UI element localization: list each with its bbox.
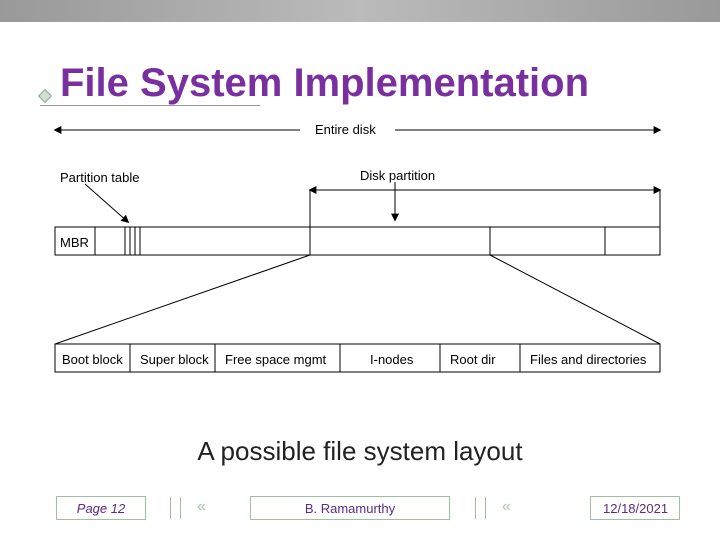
entire-disk-label: Entire disk xyxy=(315,122,376,137)
chevron-icon: « xyxy=(502,498,511,516)
title-underline xyxy=(40,105,260,106)
free-space-label: Free space mgmt xyxy=(225,352,326,367)
super-block-label: Super block xyxy=(140,352,209,367)
divider-icon xyxy=(170,497,171,519)
chevron-icon: « xyxy=(197,498,206,516)
root-dir-label: Root dir xyxy=(450,352,496,367)
divider-icon xyxy=(485,497,486,519)
filesystem-diagram xyxy=(40,112,680,412)
divider-icon xyxy=(475,497,476,519)
figure-caption: A possible file system layout xyxy=(0,436,720,467)
inodes-label: I-nodes xyxy=(370,352,413,367)
files-dirs-label: Files and directories xyxy=(530,352,646,367)
author-name: B. Ramamurthy xyxy=(250,496,450,520)
bullet-diamond-icon xyxy=(38,89,52,103)
slide-date: 12/18/2021 xyxy=(590,496,680,520)
page-number: Page 12 xyxy=(56,496,146,520)
title-bar xyxy=(0,0,720,22)
mbr-label: MBR xyxy=(60,235,89,250)
slide-title: File System Implementation xyxy=(60,61,589,106)
partition-table-label: Partition table xyxy=(60,170,140,185)
divider-icon xyxy=(180,497,181,519)
boot-block-label: Boot block xyxy=(62,352,123,367)
disk-partition-label: Disk partition xyxy=(360,168,435,183)
